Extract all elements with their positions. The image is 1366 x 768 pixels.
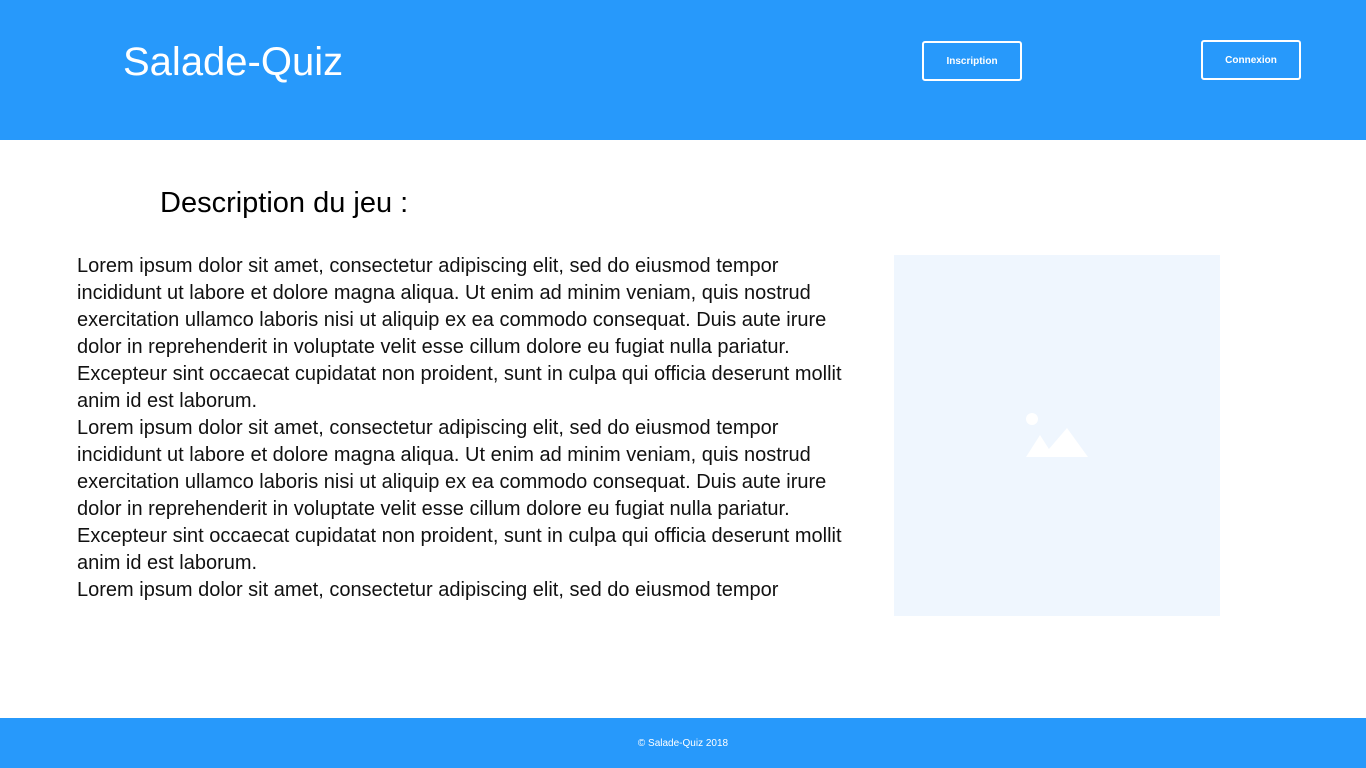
connexion-button[interactable]: Connexion bbox=[1201, 40, 1301, 80]
copyright-text: © Salade-Quiz 2018 bbox=[637, 737, 729, 749]
footer: © Salade-Quiz 2018 bbox=[0, 718, 1366, 768]
site-title[interactable]: Salade-Quiz bbox=[123, 38, 343, 86]
top-header: Salade-Quiz Inscription Connexion bbox=[0, 0, 1366, 140]
inscription-button[interactable]: Inscription bbox=[922, 41, 1022, 81]
description-paragraph: Lorem ipsum dolor sit amet, consectetur … bbox=[77, 255, 842, 412]
image-placeholder bbox=[894, 255, 1220, 616]
description-paragraph: Lorem ipsum dolor sit amet, consectetur … bbox=[77, 579, 779, 601]
section-title: Description du jeu : bbox=[160, 187, 409, 219]
description-paragraph: Lorem ipsum dolor sit amet, consectetur … bbox=[77, 417, 842, 574]
game-description: Lorem ipsum dolor sit amet, consectetur … bbox=[77, 253, 857, 604]
image-icon bbox=[1026, 412, 1088, 457]
